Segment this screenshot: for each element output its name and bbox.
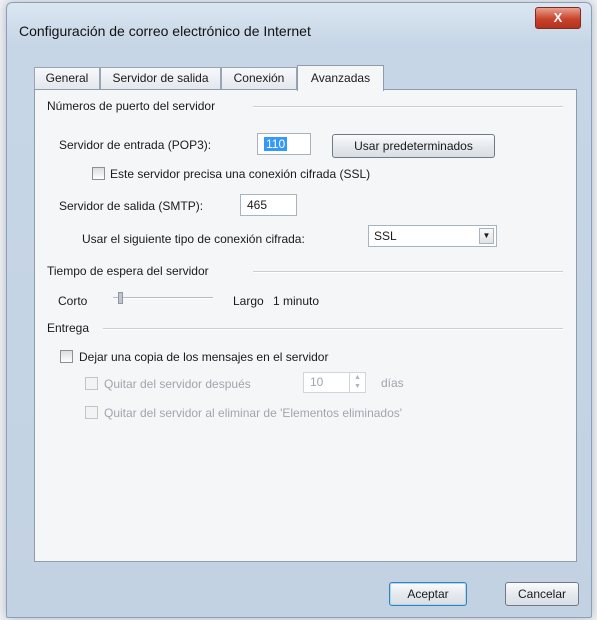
outgoing-port-input[interactable]: 465: [240, 194, 297, 216]
incoming-port-input[interactable]: 110: [257, 133, 311, 155]
advanced-panel: Números de puerto del servidor Servidor …: [34, 89, 577, 562]
chevron-down-icon: ▼: [479, 228, 494, 244]
encryption-type-label: Usar el siguiente tipo de conexión cifra…: [82, 232, 305, 246]
remove-deleted-checkbox[interactable]: [85, 406, 98, 419]
timeout-group-title: Tiempo de espera del servidor: [47, 264, 213, 278]
outgoing-server-label: Servidor de salida (SMTP):: [59, 199, 204, 213]
timeout-short-label: Corto: [58, 294, 88, 308]
days-unit-label: días: [381, 376, 404, 390]
cancel-button[interactable]: Cancelar: [505, 582, 579, 606]
dialog-title: Configuración de correo electrónico de I…: [19, 23, 311, 39]
use-defaults-button[interactable]: Usar predeterminados: [332, 134, 495, 158]
delivery-group-divider: [103, 328, 563, 330]
remove-after-checkbox[interactable]: [85, 377, 98, 390]
stepper-arrows-icon[interactable]: ▲ ▼: [349, 373, 365, 392]
ssl-required-checkbox[interactable]: [92, 167, 105, 180]
delivery-group-title: Entrega: [47, 321, 94, 335]
close-button[interactable]: X: [535, 7, 581, 29]
incoming-server-label: Servidor de entrada (POP3):: [59, 138, 212, 152]
days-value: 10: [310, 375, 324, 389]
ports-group-title: Números de puerto del servidor: [47, 99, 220, 113]
leave-copy-checkbox[interactable]: [60, 350, 73, 363]
ok-button[interactable]: Aceptar: [389, 582, 467, 606]
tab-connection[interactable]: Conexión: [221, 67, 297, 89]
timeout-value-label: 1 minuto: [273, 294, 320, 308]
title-bar[interactable]: Configuración de correo electrónico de I…: [7, 3, 591, 53]
timeout-long-label: Largo: [233, 294, 264, 308]
tab-general[interactable]: General: [34, 67, 100, 89]
email-settings-dialog: Configuración de correo electrónico de I…: [6, 2, 592, 618]
tab-outgoing-server[interactable]: Servidor de salida: [100, 67, 221, 89]
remove-deleted-label: Quitar del servidor al eliminar de 'Elem…: [104, 406, 403, 420]
days-stepper[interactable]: 10 ▲ ▼: [303, 372, 366, 393]
ports-group-divider: [253, 106, 563, 108]
tab-advanced[interactable]: Avanzadas: [297, 65, 384, 91]
timeout-slider-track[interactable]: [113, 297, 213, 299]
incoming-port-value: 110: [264, 137, 288, 151]
timeout-slider-thumb[interactable]: [118, 292, 123, 304]
encryption-type-value: SSL: [374, 229, 397, 243]
leave-copy-label: Dejar una copia de los mensajes en el se…: [79, 350, 329, 364]
encryption-type-select[interactable]: SSL ▼: [368, 225, 497, 247]
ssl-required-label: Este servidor precisa una conexión cifra…: [110, 167, 371, 181]
remove-after-label: Quitar del servidor después: [104, 377, 251, 391]
timeout-group-divider: [253, 271, 563, 273]
